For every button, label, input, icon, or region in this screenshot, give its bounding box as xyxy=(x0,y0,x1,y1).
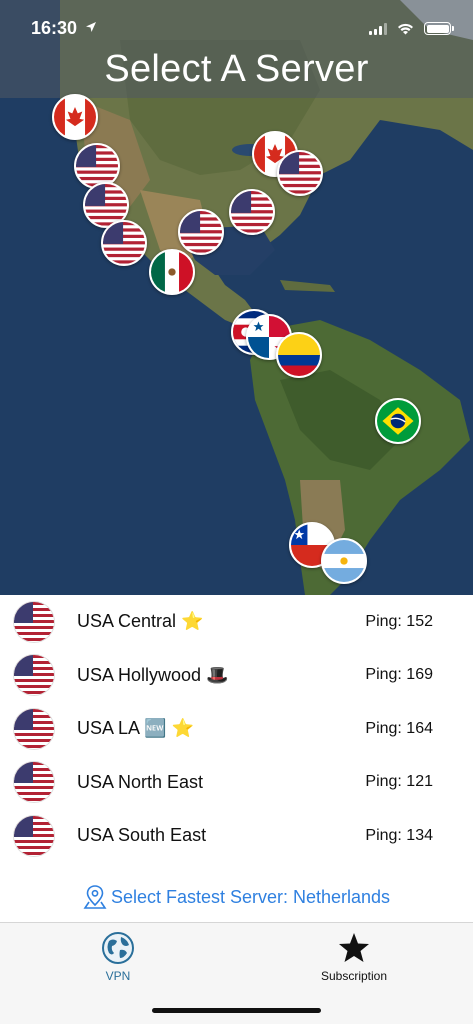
usa-flag-icon xyxy=(14,708,54,749)
tab-vpn[interactable]: VPN xyxy=(58,931,178,983)
server-name: USA North East xyxy=(77,771,204,792)
server-ping: Ping: 134 xyxy=(365,826,433,844)
server-ping: Ping: 169 xyxy=(365,666,433,684)
server-ping: Ping: 152 xyxy=(365,612,433,630)
status-time: 16:30 xyxy=(31,18,78,38)
wifi-icon xyxy=(398,23,413,34)
server-ping: Ping: 164 xyxy=(365,719,433,737)
server-name: USA Hollywood 🎩 xyxy=(77,664,229,685)
new-star-emoji-icon: 🆕 ⭐ xyxy=(144,718,194,739)
brazil-flag-pin[interactable] xyxy=(375,398,421,444)
page-title: Select A Server xyxy=(104,48,369,90)
server-name: USA South East xyxy=(77,825,207,846)
server-row[interactable]: USA North East Ping: 121 xyxy=(0,756,473,810)
cellular-signal-icon xyxy=(369,22,387,35)
usa-flag-pin[interactable] xyxy=(74,143,120,189)
usa-flag-pin[interactable] xyxy=(101,220,147,266)
argentina-flag-pin[interactable] xyxy=(321,538,367,584)
location-pin-icon xyxy=(83,885,107,909)
server-row[interactable]: USA South East Ping: 134 xyxy=(0,809,473,863)
usa-flag-icon xyxy=(14,815,54,856)
usa-flag-icon xyxy=(14,655,54,696)
globe-icon xyxy=(102,932,134,964)
fastest-server-label: Select Fastest Server: Netherlands xyxy=(110,886,391,907)
tab-label: VPN xyxy=(105,969,131,983)
server-row[interactable]: USA LA 🆕 ⭐ Ping: 164 xyxy=(0,702,473,756)
battery-icon xyxy=(424,22,454,35)
server-row[interactable]: USA Central ⭐ Ping: 152 xyxy=(0,595,473,649)
server-list: USA Central ⭐ Ping: 152 USA Hollywood 🎩 … xyxy=(0,595,473,863)
tab-subscription[interactable]: Subscription xyxy=(294,931,414,983)
location-arrow-icon xyxy=(86,22,96,32)
usa-flag-icon xyxy=(14,762,54,803)
usa-flag-pin[interactable] xyxy=(178,209,224,255)
server-name: USA Central ⭐ xyxy=(77,611,204,632)
star-icon xyxy=(339,933,369,962)
mexico-flag-pin[interactable] xyxy=(149,249,195,295)
server-row[interactable]: USA Hollywood 🎩 Ping: 169 xyxy=(0,649,473,703)
top-hat-emoji-icon: 🎩 xyxy=(206,664,229,685)
usa-flag-pin[interactable] xyxy=(277,150,323,196)
colombia-flag-pin[interactable] xyxy=(276,332,322,378)
tab-label: Subscription xyxy=(320,969,388,983)
usa-flag-pin[interactable] xyxy=(229,189,275,235)
star-emoji-icon: ⭐ xyxy=(181,611,204,632)
status-bar: 16:30 xyxy=(0,0,473,50)
server-map[interactable]: 16:30 Select A Server xyxy=(0,0,473,595)
canada-flag-pin[interactable] xyxy=(52,94,98,140)
server-ping: Ping: 121 xyxy=(365,773,433,791)
usa-flag-icon xyxy=(14,601,54,642)
server-name: USA LA 🆕 ⭐ xyxy=(77,718,194,739)
home-indicator xyxy=(152,1008,321,1013)
select-fastest-server-button[interactable]: Select Fastest Server: Netherlands xyxy=(0,880,473,914)
